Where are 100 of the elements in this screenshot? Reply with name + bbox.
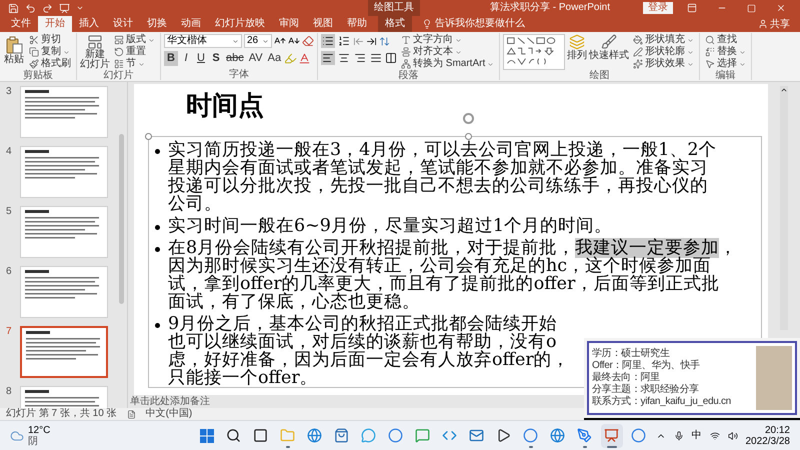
select-button[interactable]: 选择 bbox=[703, 58, 748, 70]
weather-temperature[interactable]: 12°C bbox=[28, 424, 50, 436]
ribbon-tab[interactable]: 视图 bbox=[306, 16, 340, 32]
cloud-icon bbox=[10, 428, 24, 442]
ribbon-tab[interactable]: 文件 bbox=[4, 16, 38, 32]
profile-line: Offer：阿里、华为、快手 bbox=[592, 360, 701, 372]
ribbon-tab[interactable]: 切换 bbox=[140, 16, 174, 32]
folder-icon bbox=[280, 428, 296, 443]
running-indicator bbox=[606, 446, 617, 448]
cut-button[interactable]: 剪切 bbox=[27, 34, 73, 46]
font-style-button[interactable]: abc bbox=[224, 51, 246, 66]
presentation-icon[interactable] bbox=[59, 2, 70, 14]
running-indicator bbox=[582, 446, 587, 448]
copy-button[interactable]: 复制 bbox=[27, 46, 73, 58]
ribbon-display-icon[interactable] bbox=[687, 3, 697, 13]
window-title: 算法求职分享 - PowerPoint bbox=[490, 0, 610, 15]
language-status[interactable]: 中文(中国) bbox=[146, 408, 192, 420]
share-button[interactable]: 共享 bbox=[758, 16, 800, 32]
vertical-scrollbar[interactable] bbox=[780, 86, 788, 330]
font-color-icon[interactable] bbox=[298, 52, 312, 65]
smartart-button[interactable]: 转换为 SmartArt bbox=[399, 58, 496, 70]
maximize-icon[interactable] bbox=[747, 4, 756, 12]
align-text-button[interactable]: 对齐文本 bbox=[399, 46, 496, 58]
arrange-button[interactable]: 排列 bbox=[567, 34, 588, 61]
slide-number: 4 bbox=[6, 146, 13, 158]
notes-placeholder[interactable]: 单击此处添加备注 bbox=[128, 395, 210, 408]
slide-number: 6 bbox=[6, 266, 13, 278]
bullet-text: 实习简历投递一般在3，4月份，可以去公司官网上投递，一般1、2个 星期内会有面试或者笔试发起，笔试能不参加就不必参加。准备实习 投递可以分批次投，先投一批自己不想去的公司练练手，再投心仪的 公司。 bbox=[168, 141, 717, 213]
windows-logo-icon bbox=[200, 428, 214, 442]
replace-button[interactable]: 替换 bbox=[703, 46, 748, 58]
find-button[interactable]: 查找 bbox=[703, 34, 748, 46]
format-painter-button[interactable]: 格式刷 bbox=[27, 58, 73, 70]
rotate-handle-icon[interactable] bbox=[463, 113, 474, 124]
caret-icon[interactable] bbox=[76, 4, 84, 12]
shapes-gallery[interactable] bbox=[503, 34, 566, 70]
bullet-icon bbox=[155, 323, 160, 328]
ribbon-tab[interactable]: 帮助 bbox=[340, 16, 374, 32]
font-style-button[interactable]: AV bbox=[246, 51, 265, 66]
wifi-icon[interactable] bbox=[710, 430, 720, 440]
font-name-field[interactable]: 华文楷体 bbox=[164, 34, 242, 48]
reset-button[interactable]: 重置 bbox=[112, 46, 157, 58]
eraser-icon[interactable] bbox=[302, 35, 314, 47]
font-style-button[interactable]: Aa bbox=[266, 51, 284, 66]
sign-in-button[interactable]: 登录 bbox=[643, 2, 673, 14]
undo-icon[interactable] bbox=[25, 2, 36, 14]
align-button[interactable] bbox=[337, 51, 351, 65]
shape-effects-button[interactable]: 形状效果 bbox=[631, 58, 696, 70]
smartart-icon bbox=[401, 59, 411, 69]
clock-date[interactable]: 2022/3/28 bbox=[746, 436, 790, 446]
shape-outline-button[interactable]: 形状轮廓 bbox=[631, 46, 696, 58]
selection-handle-icon[interactable] bbox=[465, 133, 472, 140]
shape-fill-button[interactable]: 形状填充 bbox=[631, 34, 696, 46]
slide-number: 7 bbox=[6, 326, 13, 338]
font-style-button[interactable]: I bbox=[179, 51, 193, 66]
font-style-button[interactable]: B bbox=[164, 51, 178, 66]
contextual-tab-label: 绘图工具 bbox=[368, 0, 420, 16]
font-size-field[interactable]: 26 bbox=[244, 34, 272, 48]
caret-icon bbox=[487, 60, 494, 68]
columns-icon[interactable] bbox=[385, 52, 397, 64]
bullet-icon bbox=[155, 225, 160, 230]
input-method-indicator[interactable]: 中 bbox=[692, 430, 702, 442]
section-button[interactable]: 节 bbox=[112, 58, 157, 70]
align-button[interactable] bbox=[369, 51, 383, 65]
quick-styles-button[interactable]: 快速样式 bbox=[589, 34, 630, 61]
font-style-button[interactable]: U bbox=[194, 51, 208, 66]
new-slide-button[interactable]: 新建 幻灯片 bbox=[80, 34, 110, 70]
redo-icon[interactable] bbox=[42, 2, 53, 14]
bullets-button[interactable] bbox=[321, 34, 335, 48]
font-style-button[interactable]: S bbox=[209, 51, 223, 66]
align-button[interactable] bbox=[321, 51, 335, 65]
increase-indent-icon[interactable] bbox=[366, 36, 377, 46]
group-label: 段落 bbox=[398, 70, 420, 81]
shopping-bag-icon bbox=[334, 428, 350, 443]
ribbon-tab[interactable]: 动画 bbox=[174, 16, 208, 32]
selection-handle-icon[interactable] bbox=[145, 133, 152, 140]
layout-button[interactable]: 版式 bbox=[112, 34, 157, 46]
slide-thumbnail[interactable] bbox=[20, 326, 108, 378]
volume-icon[interactable] bbox=[728, 430, 738, 440]
ribbon-tab[interactable]: 设计 bbox=[106, 16, 140, 32]
text-direction-button[interactable]: 文字方向 bbox=[399, 34, 496, 46]
clock-time[interactable]: 20:12 bbox=[764, 424, 790, 436]
close-icon[interactable] bbox=[776, 3, 786, 13]
save-icon[interactable] bbox=[8, 2, 19, 14]
microphone-icon[interactable] bbox=[674, 430, 684, 440]
numbering-button[interactable] bbox=[337, 34, 351, 48]
ribbon-tab[interactable]: 格式 bbox=[378, 16, 412, 32]
weather-condition[interactable]: 阴 bbox=[28, 436, 50, 446]
line-spacing-icon[interactable] bbox=[379, 36, 390, 46]
align-button[interactable] bbox=[353, 51, 367, 65]
group-label: 编辑 bbox=[714, 70, 737, 81]
person-icon bbox=[758, 19, 768, 29]
ribbon-tab[interactable]: 插入 bbox=[72, 16, 106, 32]
tell-me-field[interactable]: 告诉我你想要做什么 bbox=[435, 16, 525, 32]
scrollbar-thumb[interactable] bbox=[119, 134, 124, 304]
scroll-up-icon[interactable] bbox=[780, 86, 788, 94]
ribbon-tab[interactable]: 幻灯片放映 bbox=[208, 16, 272, 32]
circle-app-icon bbox=[523, 428, 538, 443]
paste-button[interactable]: 粘贴 bbox=[3, 34, 25, 65]
ribbon-tab[interactable]: 审阅 bbox=[272, 16, 306, 32]
ribbon-tab[interactable]: 开始 bbox=[38, 16, 72, 32]
